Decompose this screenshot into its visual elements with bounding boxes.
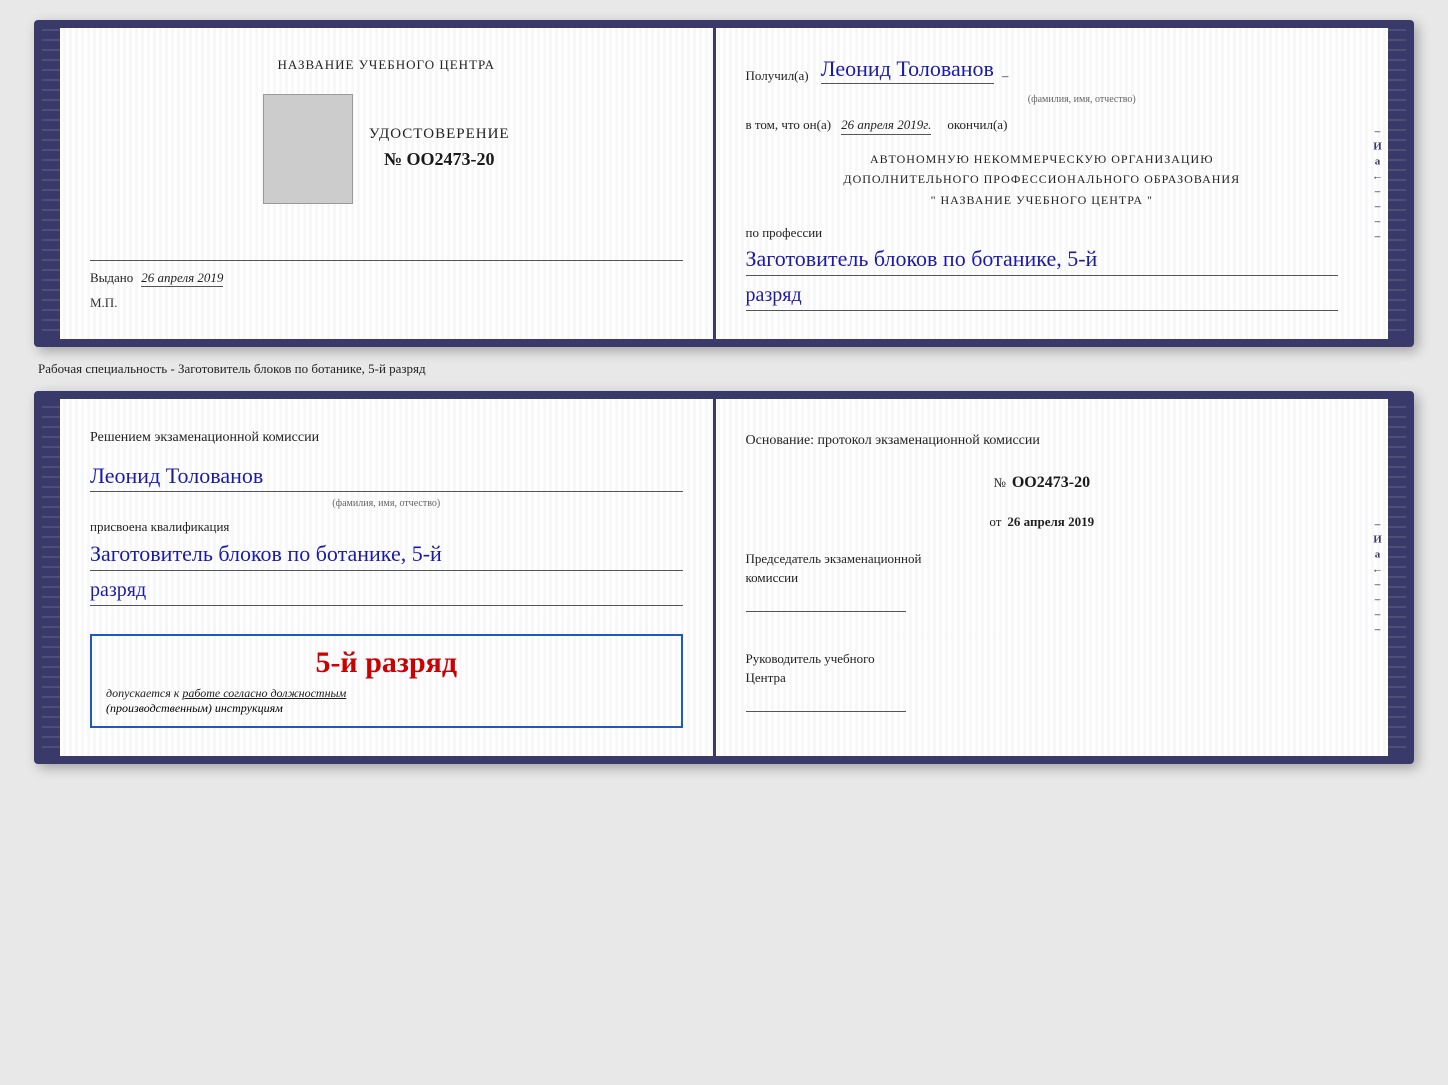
- person-name-top: Леонид Толованов: [821, 56, 994, 81]
- right-deco: – И а ← – – – –: [1372, 125, 1383, 242]
- assigned-label: присвоена квалификация: [90, 519, 229, 534]
- head-signature-line: [746, 688, 906, 712]
- bottom-document: Решением экзаменационной комиссии Леонид…: [34, 391, 1414, 764]
- rank-text-top: разряд: [746, 284, 802, 306]
- cert-number: № OO2473-20: [369, 149, 510, 170]
- basis-section: Основание: протокол экзаменационной коми…: [746, 427, 1339, 721]
- bottom-left-spine: [42, 399, 60, 756]
- head-line1: Руководитель учебного: [746, 651, 875, 666]
- cert-label: УДОСТОВЕРЕНИЕ: [369, 124, 510, 145]
- profession-name: Заготовитель блоков по ботанике, 5-й: [746, 246, 1098, 271]
- stamp-box: 5-й разряд допускается к работе согласно…: [90, 634, 683, 728]
- chairman-label: Председатель экзаменационной комиссии: [746, 549, 1339, 588]
- confirmed-date: 26 апреля 2019г.: [841, 117, 931, 135]
- received-label: Получил(а): [746, 68, 809, 84]
- mp-label: М.П.: [90, 295, 683, 311]
- rank-text-bottom: разряд: [90, 579, 146, 601]
- date-value: 26 апреля 2019: [1007, 509, 1094, 535]
- bottom-doc-left-panel: Решением экзаменационной комиссии Леонид…: [60, 399, 716, 756]
- page-container: НАЗВАНИЕ УЧЕБНОГО ЦЕНТРА УДОСТОВЕРЕНИЕ №…: [34, 20, 1414, 764]
- bottom-right-deco: – И а ← – – – –: [1372, 519, 1383, 636]
- stamp-underline-text: работе согласно должностным: [182, 686, 346, 700]
- top-doc-right-panel: Получил(а) Леонид Толованов – (фамилия, …: [716, 28, 1389, 339]
- stamp-italic-text: (производственным) инструкциям: [106, 701, 667, 716]
- top-doc-left-panel: НАЗВАНИЕ УЧЕБНОГО ЦЕНТРА УДОСТОВЕРЕНИЕ №…: [60, 28, 716, 339]
- basis-label: Основание: протокол экзаменационной коми…: [746, 427, 1339, 455]
- date-prefix: от: [989, 509, 1001, 535]
- bottom-doc-right-panel: Основание: протокол экзаменационной коми…: [716, 399, 1389, 756]
- protocol-no: OO2473-20: [1012, 467, 1090, 499]
- head-line2: Центра: [746, 670, 786, 685]
- person-name-bottom: Леонид Толованов: [90, 463, 263, 488]
- chairman-line2: комиссии: [746, 570, 799, 585]
- org-line3: " НАЗВАНИЕ УЧЕБНОГО ЦЕНТРА ": [746, 190, 1339, 210]
- stamp-title: 5-й разряд: [106, 646, 667, 680]
- fio-sub-top: (фамилия, имя, отчество): [826, 92, 1339, 105]
- photo-placeholder: [263, 94, 353, 204]
- fio-sub-bottom: (фамилия, имя, отчество): [90, 496, 683, 509]
- specialty-label: Рабочая специальность - Заготовитель бло…: [38, 359, 1410, 379]
- profession-label: по профессии: [746, 225, 823, 240]
- protocol-no-prefix: №: [993, 470, 1005, 496]
- finished-label: окончил(а): [947, 117, 1007, 133]
- chairman-signature-line: [746, 588, 906, 612]
- stamp-sub: допускается к работе согласно должностны…: [106, 686, 667, 701]
- stamp-prefix: допускается к: [106, 686, 182, 700]
- confirmed-label: в том, что он(а): [746, 117, 832, 133]
- chairman-line1: Председатель экзаменационной: [746, 551, 922, 566]
- issued-date: 26 апреля 2019: [141, 270, 223, 287]
- bottom-right-spine: [1388, 399, 1406, 756]
- issued-label: Выдано: [90, 270, 133, 285]
- qualification: Заготовитель блоков по ботанике, 5-й: [90, 541, 442, 566]
- decision-label: Решением экзаменационной комиссии: [90, 430, 319, 445]
- left-spine-strip: [42, 28, 60, 339]
- right-spine-strip: [1388, 28, 1406, 339]
- top-document: НАЗВАНИЕ УЧЕБНОГО ЦЕНТРА УДОСТОВЕРЕНИЕ №…: [34, 20, 1414, 347]
- org-line2: ДОПОЛНИТЕЛЬНОГО ПРОФЕССИОНАЛЬНОГО ОБРАЗО…: [746, 169, 1339, 189]
- school-name-top: НАЗВАНИЕ УЧЕБНОГО ЦЕНТРА: [90, 56, 683, 74]
- org-line1: АВТОНОМНУЮ НЕКОММЕРЧЕСКУЮ ОРГАНИЗАЦИЮ: [746, 149, 1339, 169]
- dash-1: –: [1002, 68, 1009, 84]
- head-label: Руководитель учебного Центра: [746, 649, 1339, 688]
